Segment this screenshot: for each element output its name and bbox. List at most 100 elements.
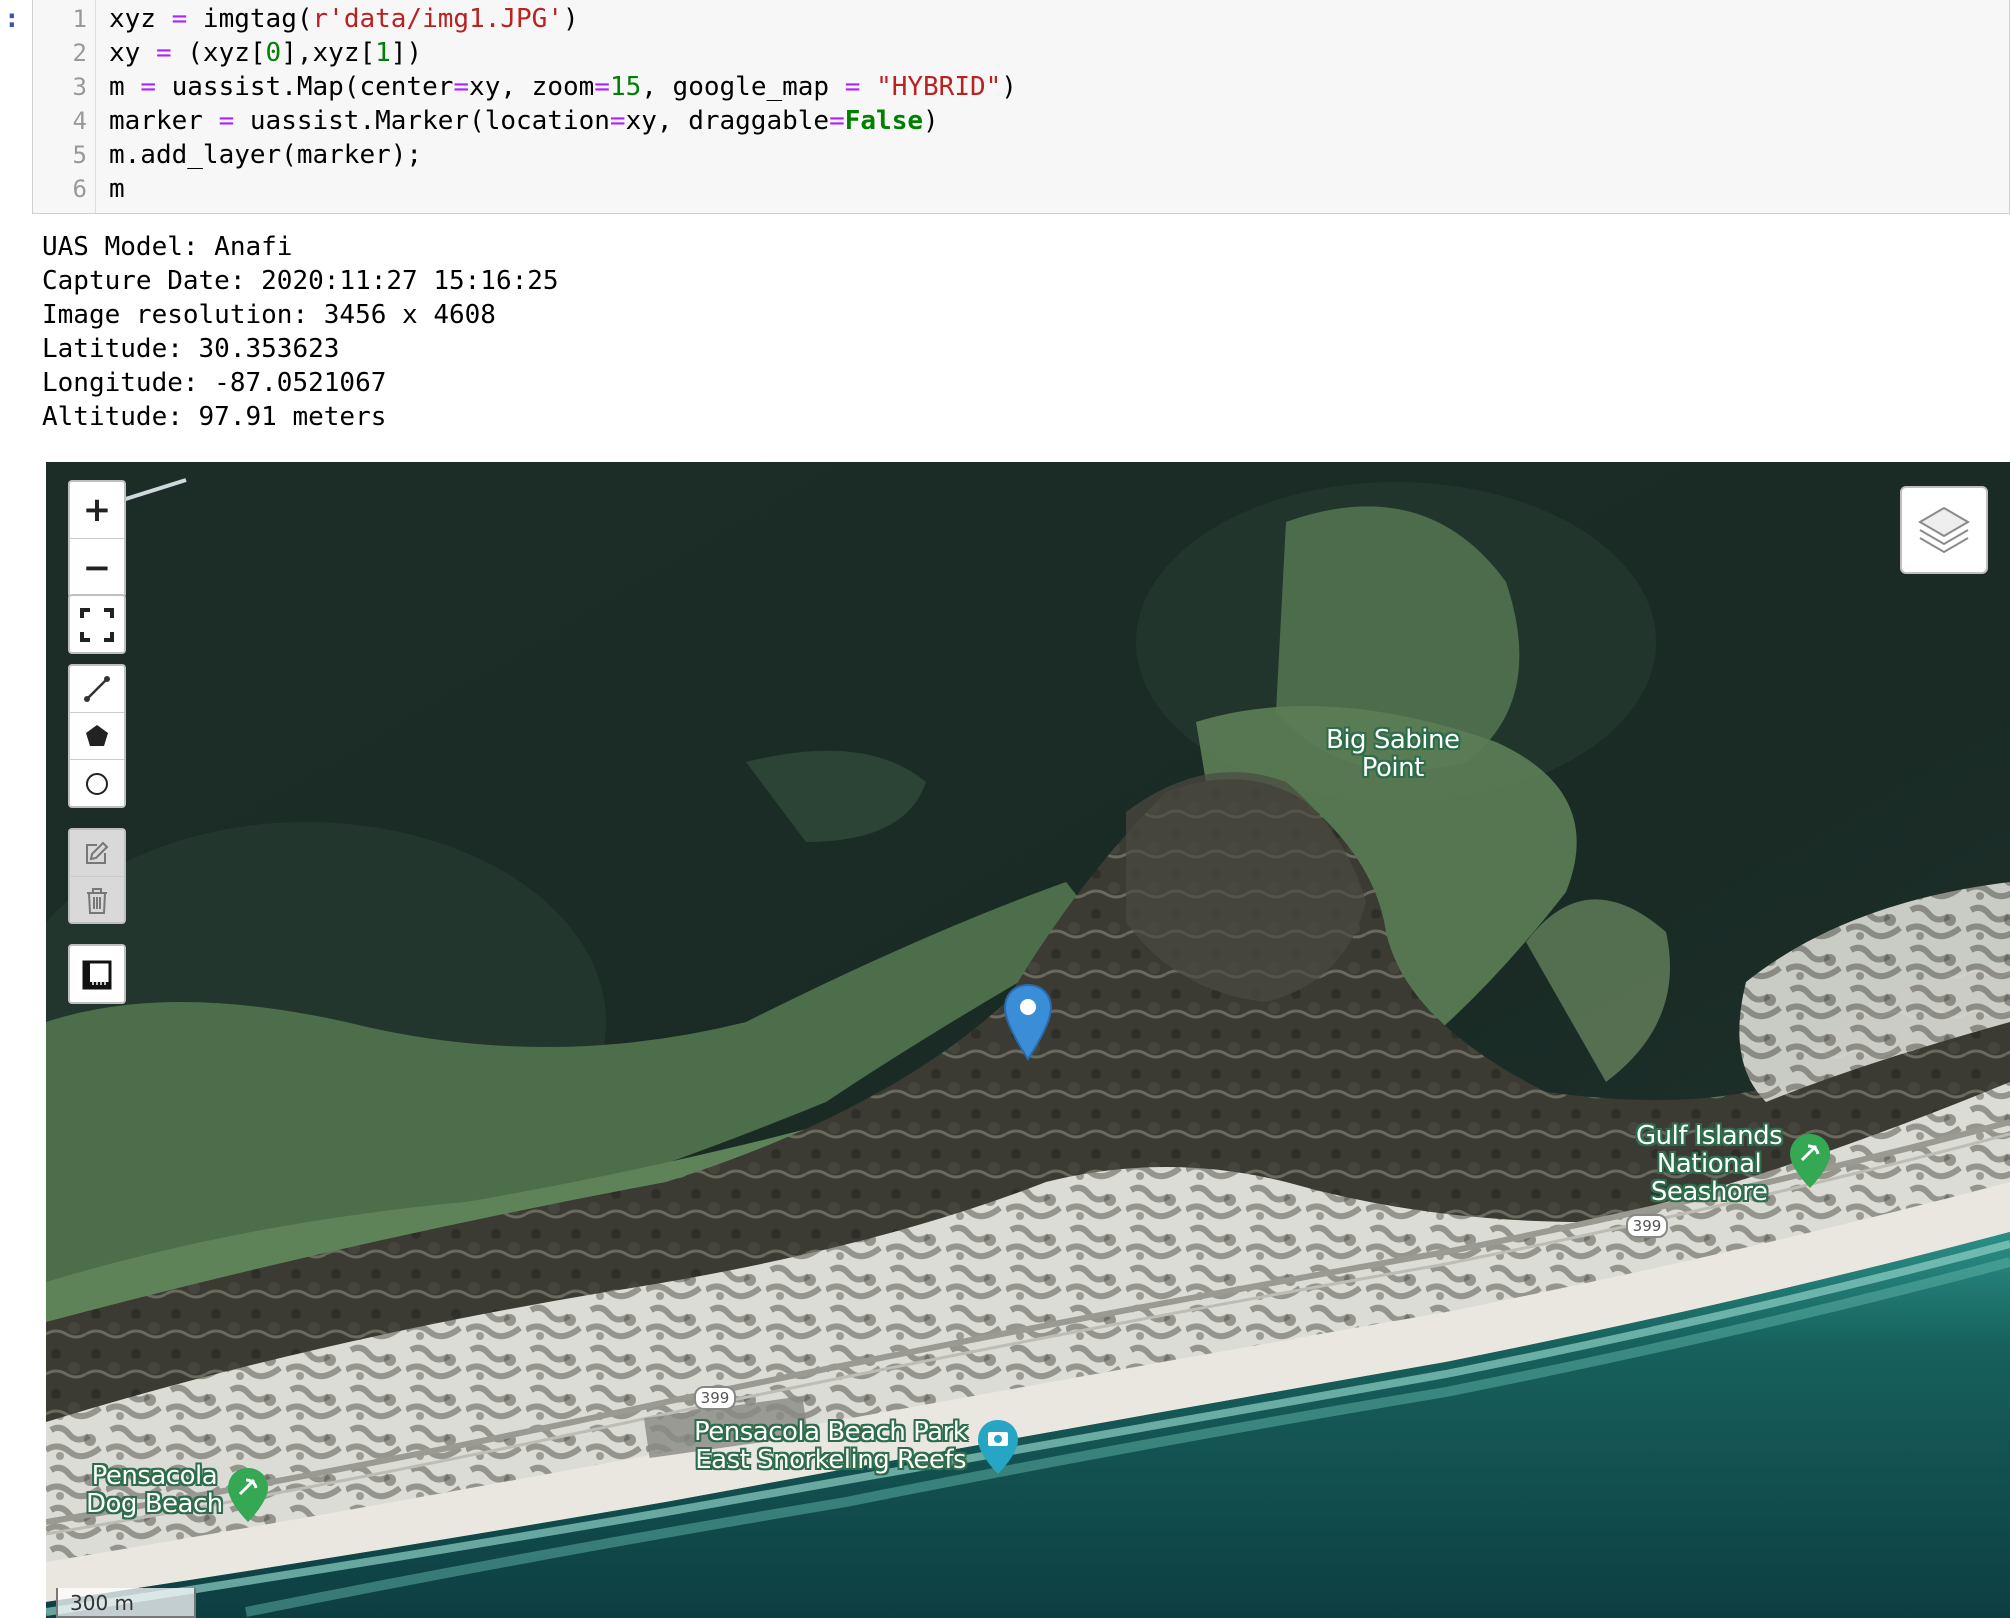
code-token: ): [1001, 72, 1017, 102]
code-token: imgtag(: [187, 4, 313, 34]
code-token: ]): [390, 38, 423, 68]
line-number-gutter: 1 2 3 4 5 6: [33, 0, 96, 213]
code-token: =: [594, 72, 610, 102]
map-marker-icon[interactable]: [1003, 983, 1053, 1063]
measure-button[interactable]: [70, 946, 124, 1002]
edit-layers-icon: [86, 841, 109, 864]
zoom-out-label: −: [82, 547, 112, 588]
edit-layers-button[interactable]: [70, 830, 124, 877]
code-token: =: [218, 106, 235, 136]
code-token: xy: [109, 38, 156, 68]
photo-pin-icon[interactable]: [976, 1418, 1020, 1476]
code-token: m: [109, 72, 141, 102]
output-line: Longitude: -87.0521067: [42, 368, 387, 398]
code-line[interactable]: m: [109, 172, 125, 206]
layers-button[interactable]: [1900, 486, 1988, 574]
label-line: National: [1656, 1149, 1762, 1179]
draw-circle-button[interactable]: [70, 760, 124, 806]
line-number: 5: [72, 141, 87, 169]
code-token: =: [171, 4, 188, 34]
output-line: Capture Date: 2020:11:27 15:16:25: [42, 266, 559, 296]
code-token: xyz: [109, 4, 172, 34]
label-line: Big Sabine: [1326, 725, 1460, 755]
code-token: =: [140, 72, 156, 102]
draw-polygon-icon: [86, 725, 108, 746]
draw-circle-icon: [86, 772, 108, 795]
code-token: m: [109, 174, 125, 204]
label-pensacola-beach-park: Pensacola Beach Park East Snorkeling Ree…: [694, 1417, 968, 1475]
code-token: marker: [109, 106, 219, 136]
zoom-in-label: +: [82, 490, 112, 530]
measure-icon: [82, 960, 112, 989]
fullscreen-control: [68, 594, 126, 654]
code-token: "HYBRID": [876, 72, 1002, 102]
label-line: Dog Beach: [86, 1489, 223, 1519]
output-line: UAS Model: Anafi: [42, 232, 293, 262]
road-shield-399: 399: [694, 1386, 736, 1410]
park-pin-icon[interactable]: [226, 1466, 270, 1524]
road-shield-399: 399: [1626, 1214, 1668, 1238]
cell-prompt-marker: :: [4, 4, 20, 34]
code-token: ): [562, 4, 579, 34]
label-line: Pensacola Beach Park: [694, 1417, 968, 1447]
code-token: =: [155, 38, 172, 68]
delete-layers-icon: [87, 887, 107, 914]
measure-control: [68, 944, 126, 1004]
label-line: Pensacola: [91, 1461, 218, 1491]
code-token: 0: [265, 38, 282, 68]
fullscreen-button[interactable]: [70, 596, 124, 652]
label-line: East Snorkeling Reefs: [695, 1445, 967, 1475]
output-line: Latitude: 30.353623: [42, 334, 340, 364]
code-token: m.add_layer(marker);: [109, 140, 423, 170]
line-number: 2: [72, 39, 87, 67]
code-token: (xyz[: [171, 38, 266, 68]
code-token: =: [453, 72, 470, 102]
code-cell[interactable]: 123456 xyz = imgtag(r'data/img1.JPG') xy …: [32, 0, 2010, 214]
code-line[interactable]: xy = (xyz[0],xyz[1]): [109, 36, 422, 70]
code-token: xy, draggable: [625, 106, 830, 136]
label-line: Seashore: [1650, 1177, 1768, 1207]
edit-toolbar: [68, 828, 126, 924]
code-token: =: [609, 106, 626, 136]
code-token: ): [923, 106, 939, 136]
code-token: 1: [375, 38, 391, 68]
code-line[interactable]: xyz = imgtag(r'data/img1.JPG'): [109, 2, 579, 36]
park-pin-icon[interactable]: [1788, 1132, 1832, 1190]
code-token: =: [844, 72, 861, 102]
output-line: Image resolution: 3456 x 4608: [42, 300, 496, 330]
zoom-in-button[interactable]: +: [70, 482, 124, 539]
code-token: ],xyz[: [281, 38, 376, 68]
code-token: uassist.Marker(location: [234, 106, 610, 136]
code-token: , google_map: [641, 72, 845, 102]
cell-output: UAS Model: Anafi Capture Date: 2020:11:2…: [42, 230, 559, 434]
code-token: uassist.Map(center: [155, 72, 454, 102]
line-number: 4: [72, 107, 87, 135]
label-line: Gulf Islands: [1636, 1121, 1783, 1151]
draw-toolbar: [68, 664, 126, 808]
draw-polyline-icon: [84, 676, 110, 702]
scale-bar: 300 m: [56, 1588, 196, 1618]
code-line[interactable]: m = uassist.Map(center=xy, zoom=15, goog…: [109, 70, 1017, 104]
line-number: 6: [72, 175, 87, 203]
code-line[interactable]: m.add_layer(marker);: [109, 138, 422, 172]
label-line: Point: [1361, 753, 1425, 783]
layers-icon: [1918, 506, 1970, 554]
draw-polygon-button[interactable]: [70, 713, 124, 760]
code-line[interactable]: marker = uassist.Marker(location=xy, dra…: [109, 104, 939, 138]
draw-polyline-button[interactable]: [70, 666, 124, 713]
line-number: 1: [72, 5, 87, 33]
line-number: 3: [72, 73, 87, 101]
code-token: r'data/img1.JPG': [312, 4, 563, 34]
code-token: =: [829, 106, 845, 136]
code-token: xy, zoom: [469, 72, 595, 102]
zoom-out-button[interactable]: −: [70, 539, 124, 596]
code-token: False: [844, 106, 924, 136]
output-line: Altitude: 97.91 meters: [42, 402, 387, 432]
label-big-sabine-point: Big Sabine Point: [1326, 725, 1460, 783]
delete-layers-button[interactable]: [70, 877, 124, 922]
map-widget[interactable]: + − Big Sabine Point Gulf Islands Nation…: [46, 462, 2010, 1618]
label-pensacola-dog-beach: Pensacola Dog Beach: [86, 1462, 223, 1518]
label-gulf-islands: Gulf Islands National Seashore: [1636, 1121, 1783, 1207]
fullscreen-icon: [80, 607, 114, 642]
